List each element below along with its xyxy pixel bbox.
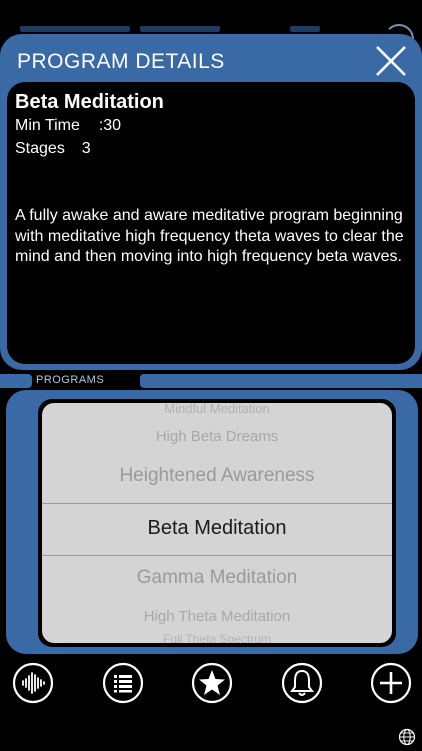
waveform-button[interactable] (12, 662, 54, 704)
program-picker[interactable]: Mindful Meditation High Beta Dreams Heig… (42, 403, 392, 643)
min-time-label: Min Time (15, 117, 80, 134)
picker-item-selected[interactable]: Beta Meditation (42, 517, 392, 540)
background-strip (140, 26, 220, 32)
panel-title: PROGRAM DETAILS (17, 50, 225, 73)
selection-divider (42, 555, 392, 556)
close-button[interactable] (374, 44, 408, 78)
list-icon (102, 662, 144, 704)
programs-picker-frame: Mindful Meditation High Beta Dreams Heig… (6, 390, 418, 654)
stages-label: Stages (15, 140, 65, 157)
bell-icon (281, 662, 323, 704)
stages-value: 3 (81, 140, 91, 157)
globe-button[interactable] (398, 728, 416, 746)
favorites-button[interactable] (191, 662, 233, 704)
picker-item[interactable]: Mindful Meditation (42, 403, 392, 416)
list-button[interactable] (102, 662, 144, 704)
background-strip (20, 26, 130, 32)
plus-icon (370, 662, 412, 704)
program-name: Beta Meditation (15, 91, 164, 113)
header-accent (140, 374, 422, 388)
waveform-icon (12, 662, 54, 704)
picker-item[interactable]: Full Theta Spectrum (42, 632, 392, 643)
picker-border: Mindful Meditation High Beta Dreams Heig… (38, 399, 396, 647)
min-time-value: :30 (98, 117, 122, 134)
min-time-row: Min Time :30 (15, 117, 121, 135)
details-body: Beta Meditation Min Time :30 Stages 3 A … (7, 82, 415, 364)
globe-icon (398, 728, 416, 746)
programs-label: PROGRAMS (36, 374, 105, 386)
star-icon (191, 662, 233, 704)
picker-item[interactable]: High Beta Dreams (42, 428, 392, 445)
selection-divider (42, 503, 392, 504)
picker-item[interactable]: Heightened Awareness (42, 465, 392, 487)
program-details-panel: PROGRAM DETAILS Beta Meditation Min Time… (0, 34, 422, 370)
header-accent (0, 374, 32, 388)
alarm-button[interactable] (281, 662, 323, 704)
stages-row: Stages 3 (15, 140, 91, 158)
program-description: A fully awake and aware meditative progr… (15, 207, 404, 265)
programs-header: PROGRAMS (0, 372, 422, 392)
close-icon (376, 46, 406, 76)
add-button[interactable] (370, 662, 412, 704)
picker-item[interactable]: Gamma Meditation (42, 567, 392, 589)
background-strip (290, 26, 320, 32)
picker-item[interactable]: High Theta Meditation (42, 608, 392, 625)
